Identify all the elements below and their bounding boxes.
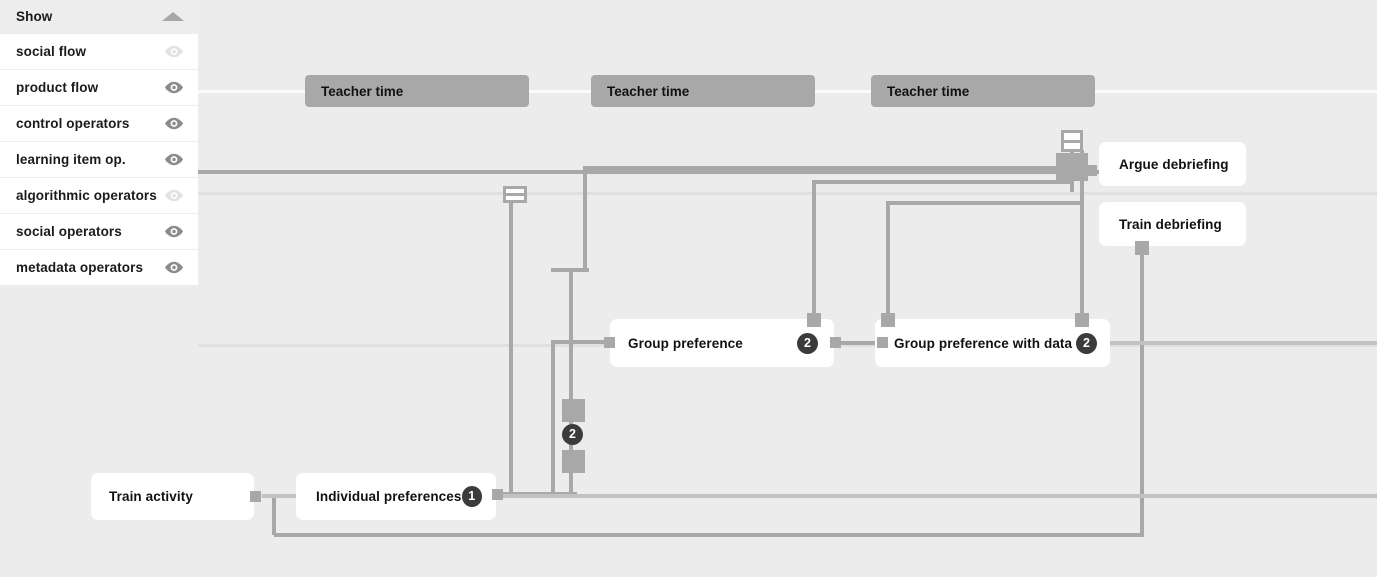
lane-chip-label: Teacher time [321, 83, 404, 99]
layer-row-control-operators[interactable]: control operators [0, 105, 198, 141]
eye-icon[interactable] [164, 225, 184, 238]
edge-segment [583, 166, 587, 272]
node-train-activity[interactable]: Train activity [91, 473, 254, 520]
sidebar-backdrop [0, 285, 198, 577]
list-table-icon[interactable] [1061, 130, 1083, 152]
caret-up-icon[interactable] [162, 12, 184, 21]
layer-row-social-operators[interactable]: social operators [0, 213, 198, 249]
layer-row-label: algorithmic operators [16, 188, 157, 203]
edge-segment [551, 340, 555, 494]
node-label: Argue debriefing [1119, 156, 1229, 172]
edge-segment [886, 203, 890, 321]
edge-count-badge[interactable]: 2 [562, 424, 583, 445]
panel-title: Show [16, 9, 53, 24]
lane-chip-teacher-time-1[interactable]: Teacher time [305, 75, 529, 107]
lane-chip-label: Teacher time [607, 83, 690, 99]
layer-row-label: product flow [16, 80, 99, 95]
edge-segment [812, 182, 816, 320]
connector-handle[interactable] [562, 450, 585, 473]
edge-segment [1110, 341, 1377, 345]
node-label: Group preference [628, 335, 743, 351]
node-count-badge[interactable]: 2 [1076, 332, 1097, 354]
connector-handle[interactable] [1135, 241, 1149, 255]
connector-handle[interactable] [807, 313, 821, 327]
show-layers-panel[interactable]: Show social flow product flow control oper… [0, 0, 198, 285]
layer-row-label: control operators [16, 116, 130, 131]
connector-handle-large[interactable] [1056, 153, 1088, 181]
connector-handle[interactable] [1075, 313, 1089, 327]
connector-handle[interactable] [877, 337, 888, 348]
panel-header[interactable]: Show [0, 0, 198, 33]
eye-icon[interactable] [164, 117, 184, 130]
layer-row-label: social operators [16, 224, 122, 239]
edge-segment [272, 494, 276, 535]
edge-segment [497, 494, 1377, 498]
layer-row-label: social flow [16, 44, 87, 59]
edge-segment [509, 196, 513, 496]
lane-separator-2 [0, 192, 1377, 195]
node-label: Group preference with data [894, 335, 1073, 351]
layer-row-label: learning item op. [16, 152, 126, 167]
edge-segment [274, 533, 1142, 537]
lane-chip-teacher-time-2[interactable]: Teacher time [591, 75, 815, 107]
eye-icon[interactable] [164, 189, 184, 202]
eye-icon[interactable] [164, 261, 184, 274]
layer-row-algorithmic-operators[interactable]: algorithmic operators [0, 177, 198, 213]
eye-icon[interactable] [164, 81, 184, 94]
edge-segment [886, 201, 1082, 205]
flow-canvas[interactable]: Teacher time Teacher time Teacher time 2… [0, 0, 1377, 577]
layer-list: social flow product flow control operators… [0, 33, 198, 285]
layer-row-metadata-operators[interactable]: metadata operators [0, 249, 198, 285]
lane-chip-teacher-time-3[interactable]: Teacher time [871, 75, 1095, 107]
connector-handle[interactable] [492, 489, 503, 500]
layer-row-product-flow[interactable]: product flow [0, 69, 198, 105]
node-train-debriefing[interactable]: Train debriefing [1099, 202, 1246, 246]
layer-row-label: metadata operators [16, 260, 144, 275]
eye-icon[interactable] [164, 45, 184, 58]
connector-handle[interactable] [881, 313, 895, 327]
list-table-icon[interactable] [503, 186, 527, 203]
lane-chip-label: Teacher time [887, 83, 970, 99]
node-label: Individual preferences [316, 489, 462, 504]
connector-handle[interactable] [562, 399, 585, 422]
node-label: Train debriefing [1119, 216, 1222, 232]
layer-row-learning-item-op-[interactable]: learning item op. [0, 141, 198, 177]
node-argue-debriefing[interactable]: Argue debriefing [1099, 142, 1246, 186]
edge-segment [812, 180, 1074, 184]
node-count-badge[interactable]: 2 [797, 332, 818, 354]
node-individual-preferences[interactable]: Individual preferences 1 [296, 473, 496, 520]
node-group-preference[interactable]: Group preference 2 [610, 319, 834, 367]
connector-handle[interactable] [604, 337, 615, 348]
eye-icon[interactable] [164, 153, 184, 166]
node-label: Train activity [109, 489, 193, 504]
connector-handle[interactable] [250, 491, 261, 502]
node-count-badge[interactable]: 1 [461, 486, 482, 507]
layer-row-social-flow[interactable]: social flow [0, 33, 198, 69]
connector-handle[interactable] [830, 337, 841, 348]
